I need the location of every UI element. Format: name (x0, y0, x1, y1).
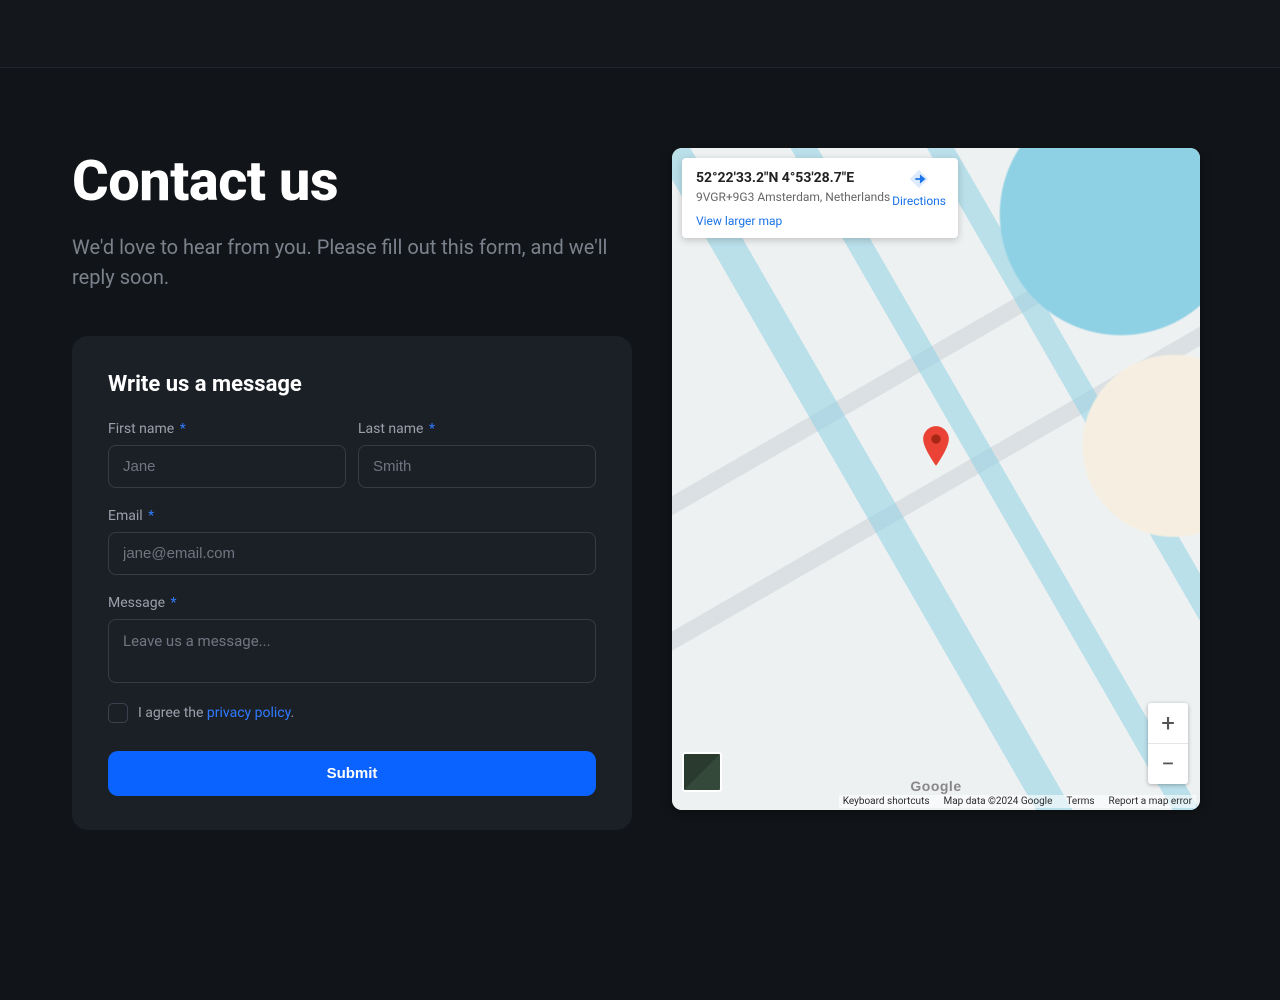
last-name-label: Last name * (358, 421, 596, 437)
satellite-toggle[interactable] (682, 752, 722, 792)
name-row: First name * Last name * (108, 421, 596, 488)
first-name-label-text: First name (108, 421, 174, 437)
top-bar (0, 0, 1280, 68)
right-column: 52°22'33.2"N 4°53'28.7"E 9VGR+9G3 Amster… (672, 148, 1200, 830)
terms-link[interactable]: Terms (1066, 796, 1094, 807)
first-name-field: First name * (108, 421, 346, 488)
map-footer: Keyboard shortcuts Map data ©2024 Google… (839, 795, 1196, 808)
consent-prefix: I agree the (138, 705, 207, 721)
consent-suffix: . (291, 705, 295, 721)
email-input[interactable] (108, 532, 596, 575)
zoom-controls: + − (1148, 703, 1188, 784)
message-label: Message * (108, 595, 596, 611)
form-title: Write us a message (108, 372, 596, 397)
google-logo: Google (910, 778, 961, 794)
privacy-policy-link[interactable]: privacy policy (207, 705, 291, 721)
email-row: Email * (108, 508, 596, 575)
required-marker: * (180, 421, 186, 437)
contact-form-card: Write us a message First name * Last nam… (72, 336, 632, 830)
map-data-label: Map data ©2024 Google (944, 796, 1053, 807)
consent-checkbox[interactable] (108, 703, 128, 723)
submit-button[interactable]: Submit (108, 751, 596, 796)
email-label: Email * (108, 508, 596, 524)
directions-button[interactable]: Directions (892, 168, 946, 208)
message-textarea[interactable] (108, 619, 596, 683)
last-name-field: Last name * (358, 421, 596, 488)
email-label-text: Email (108, 508, 143, 524)
required-marker: * (170, 595, 176, 611)
last-name-label-text: Last name (358, 421, 423, 437)
last-name-input[interactable] (358, 445, 596, 488)
email-field: Email * (108, 508, 596, 575)
report-error-link[interactable]: Report a map error (1109, 796, 1192, 807)
consent-text: I agree the privacy policy. (138, 705, 294, 721)
map[interactable]: 52°22'33.2"N 4°53'28.7"E 9VGR+9G3 Amster… (672, 148, 1200, 810)
directions-label: Directions (892, 194, 946, 208)
view-larger-map-link[interactable]: View larger map (696, 214, 944, 228)
message-label-text: Message (108, 595, 165, 611)
page-subtitle: We'd love to hear from you. Please fill … (72, 232, 612, 292)
message-field: Message * (108, 595, 596, 683)
page-content: Contact us We'd love to hear from you. P… (0, 68, 1280, 830)
left-column: Contact us We'd love to hear from you. P… (72, 148, 632, 830)
map-info-card: 52°22'33.2"N 4°53'28.7"E 9VGR+9G3 Amster… (682, 158, 958, 238)
zoom-out-button[interactable]: − (1148, 744, 1188, 784)
required-marker: * (148, 508, 154, 524)
map-pin-icon (922, 426, 950, 466)
page-title: Contact us (72, 148, 632, 214)
zoom-in-button[interactable]: + (1148, 703, 1188, 743)
required-marker: * (429, 421, 435, 437)
first-name-label: First name * (108, 421, 346, 437)
message-row: Message * (108, 595, 596, 683)
map-tiles[interactable] (672, 148, 1200, 810)
keyboard-shortcuts-link[interactable]: Keyboard shortcuts (843, 796, 930, 807)
directions-icon (908, 168, 930, 190)
first-name-input[interactable] (108, 445, 346, 488)
consent-row: I agree the privacy policy. (108, 703, 596, 723)
